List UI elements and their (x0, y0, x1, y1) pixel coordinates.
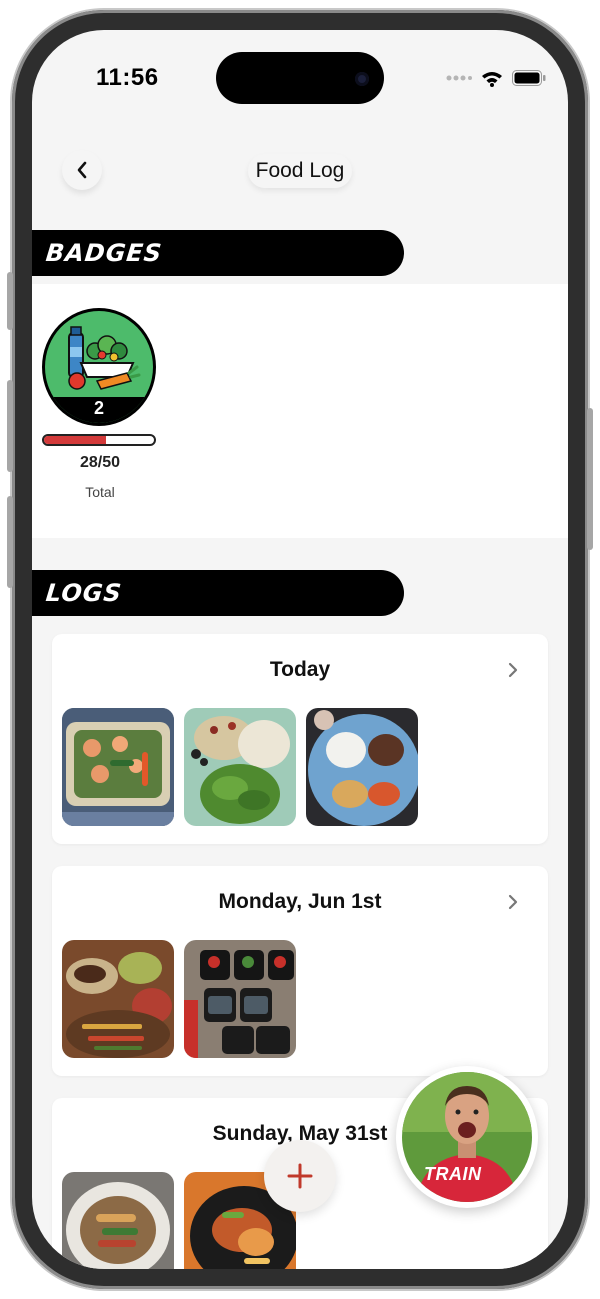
volume-down-button (7, 496, 13, 588)
wifi-icon (482, 71, 502, 87)
food-photo[interactable] (62, 1172, 174, 1269)
log-card[interactable]: Monday, Jun 1st (52, 866, 548, 1076)
badge-count: 2 (45, 397, 153, 423)
status-time: 11:56 (96, 64, 159, 91)
badge-progress-value: 28/50 (79, 454, 121, 471)
badge-progress-bar (42, 434, 156, 446)
status-icons (446, 68, 546, 88)
badges-panel: 2 28/50 Total (32, 284, 568, 538)
rice-steak-plate-photo (306, 708, 418, 826)
food-photo[interactable] (62, 708, 174, 826)
food-photo[interactable] (306, 708, 418, 826)
food-photo[interactable] (62, 940, 174, 1058)
action-button (7, 272, 13, 330)
log-photos (62, 708, 418, 826)
page-header: Food Log (32, 140, 568, 220)
log-photos (62, 940, 296, 1058)
coach-photo: TRAIN (402, 1072, 532, 1202)
shrimp-salad-photo (62, 708, 174, 826)
chevron-right-icon[interactable] (508, 894, 518, 910)
food-photo[interactable] (184, 708, 296, 826)
badge-progress-fill (44, 436, 106, 444)
badge-label: Total (85, 484, 115, 500)
badges-section-header: BADGES (32, 230, 404, 276)
battery-icon (512, 70, 546, 86)
coach-avatar[interactable]: TRAIN (396, 1066, 538, 1208)
fajita-platter-photo (62, 940, 174, 1058)
logs-section-header: LOGS (32, 570, 404, 616)
power-button (587, 408, 593, 550)
coach-shirt-text: TRAIN (424, 1164, 482, 1184)
log-photos (62, 1172, 296, 1269)
log-card[interactable]: Today (52, 634, 548, 844)
badges-heading: BADGES (44, 239, 164, 267)
pasta-arugula-salad-photo (184, 708, 296, 826)
add-food-button[interactable] (264, 1140, 336, 1212)
front-camera (355, 72, 369, 86)
meal-prep-containers-photo (184, 940, 296, 1058)
log-date: Today (269, 658, 331, 681)
plus-icon (287, 1163, 313, 1189)
badge-image: 2 (42, 308, 156, 426)
app-screen: 11:56 Food Log BADGES 2 28/50 Total LOGS… (32, 30, 568, 1269)
volume-up-button (7, 380, 13, 472)
page-title: Food Log (248, 154, 352, 188)
food-photo[interactable] (184, 940, 296, 1058)
chevron-right-icon[interactable] (508, 662, 518, 678)
back-button[interactable] (62, 150, 102, 190)
log-date: Monday, Jun 1st (218, 890, 382, 913)
chicken-veggie-bowl-photo (62, 1172, 174, 1269)
logs-heading: LOGS (44, 579, 124, 607)
food-log-badge[interactable]: 2 28/50 Total (42, 308, 158, 500)
signal-icon (446, 75, 472, 81)
chevron-left-icon (77, 161, 87, 179)
